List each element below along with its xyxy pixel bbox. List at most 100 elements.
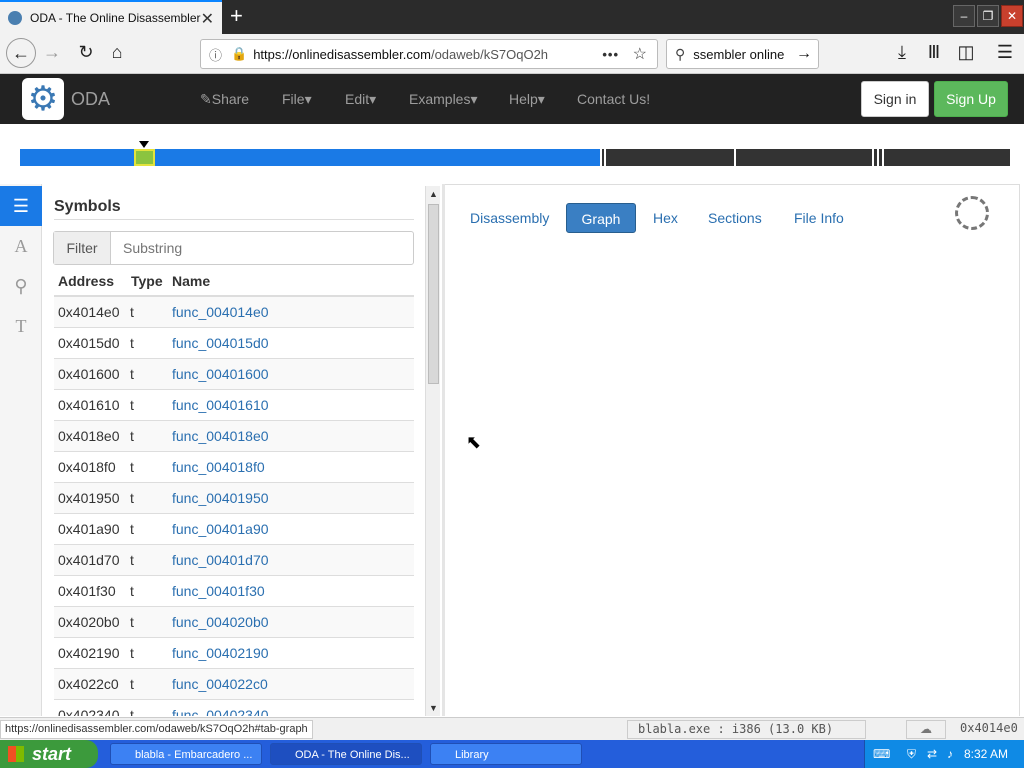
task-embarcadero[interactable]: blabla - Embarcadero ... [110,743,262,765]
cloud-download-icon[interactable]: ☁ [906,720,946,739]
task-library[interactable]: Library [430,743,582,765]
position-marker-icon [139,141,149,148]
column-address[interactable]: Address [58,273,114,289]
forward-arrow-icon[interactable]: → [40,42,64,63]
menu-examples[interactable]: Examples▾ [409,91,478,108]
keyboard-icon[interactable]: ⌨ [873,740,890,768]
menu-file[interactable]: File▾ [282,91,312,108]
info-icon[interactable]: ⓘ [209,45,227,64]
status-file-info: blabla.exe : i386 (13.0 KB) [627,720,866,739]
new-tab-icon[interactable]: + [230,4,243,28]
table-row[interactable]: 0x401610 t func_00401610 [54,390,414,421]
minimize-icon[interactable]: – [953,5,975,27]
tab-hex[interactable]: Hex [653,203,678,233]
table-row[interactable]: 0x4020b0 t func_004020b0 [54,607,414,638]
list-icon[interactable]: ☰ [0,186,42,226]
brand-name[interactable]: ODA [71,89,110,110]
search-go-arrow-icon[interactable]: → [796,45,812,63]
restore-icon[interactable]: ❐ [977,5,999,27]
sidebar-icon[interactable]: ◫ [954,42,978,63]
left-icon-bar: ☰ A ⚲ T [0,184,42,716]
close-tab-icon[interactable]: ✕ [201,9,214,29]
task-firefox[interactable]: ODA - The Online Dis... [270,743,422,765]
sign-up-button[interactable]: Sign Up [934,81,1008,117]
strings-icon[interactable]: A [0,226,42,266]
address-bar[interactable]: ⓘ 🔒 https://onlinedisassembler.com/odawe… [200,39,658,69]
library-icon[interactable]: Ⅲ [922,42,946,63]
menu-contact[interactable]: Contact Us! [577,91,650,107]
download-icon[interactable]: ⤓ [890,42,914,63]
menu-share[interactable]: ✎Share [200,91,249,108]
symbol-name-link[interactable]: func_00401d70 [172,552,269,568]
symbol-name-link[interactable]: func_004015d0 [172,335,269,351]
strip-divider [882,149,884,166]
sign-in-button[interactable]: Sign in [861,81,929,117]
scroll-thumb[interactable] [428,204,439,384]
close-window-icon[interactable]: ✕ [1001,5,1023,27]
search-bar[interactable]: ⚲ ssembler online → [666,39,819,69]
symbol-name-link[interactable]: func_00401f30 [172,583,265,599]
text-icon[interactable]: T [0,306,42,346]
oda-logo[interactable]: ⚙ [22,78,64,120]
network-icon[interactable]: ⇄ [927,740,937,768]
current-view-window[interactable] [134,149,155,166]
table-row[interactable]: 0x402340 t func_00402340 [54,700,414,716]
tab-graph[interactable]: Graph [566,203,636,233]
hamburger-menu-icon[interactable]: ☰ [993,42,1017,63]
filter-group: Filter [53,231,414,265]
symbol-name-link[interactable]: func_00401600 [172,366,269,382]
back-arrow-icon[interactable]: ← [6,38,36,68]
symbol-address: 0x401d70 [58,552,120,568]
column-name[interactable]: Name [172,273,210,289]
page-actions-icon[interactable]: ••• [602,47,619,62]
symbol-name-link[interactable]: func_00401610 [172,397,269,413]
bookmark-star-icon[interactable]: ☆ [633,44,647,64]
tab-sections[interactable]: Sections [708,203,762,233]
menu-help[interactable]: Help▾ [509,91,545,108]
table-row[interactable]: 0x402190 t func_00402190 [54,638,414,669]
symbol-address: 0x401600 [58,366,120,382]
symbol-name-link[interactable]: func_004020b0 [172,614,269,630]
browser-navbar: ← → ↻ ⌂ ⓘ 🔒 https://onlinedisassembler.c… [0,34,1024,74]
table-row[interactable]: 0x401f30 t func_00401f30 [54,576,414,607]
tab-disassembly[interactable]: Disassembly [470,203,549,233]
table-row[interactable]: 0x401a90 t func_00401a90 [54,514,414,545]
symbol-type: t [130,397,134,413]
table-row[interactable]: 0x4022c0 t func_004022c0 [54,669,414,700]
home-icon[interactable]: ⌂ [105,42,129,63]
symbol-name-link[interactable]: func_00402190 [172,645,269,661]
symbol-address: 0x4020b0 [58,614,120,630]
table-row[interactable]: 0x4015d0 t func_004015d0 [54,328,414,359]
status-address: 0x4014e0 [960,721,1018,735]
symbol-name-link[interactable]: func_004018f0 [172,459,265,475]
symbol-name-link[interactable]: func_00401a90 [172,521,269,537]
strip-divider [600,149,602,166]
tab-file-info[interactable]: File Info [794,203,844,233]
column-type[interactable]: Type [131,273,163,289]
menu-edit[interactable]: Edit▾ [345,91,376,108]
table-row[interactable]: 0x401600 t func_00401600 [54,359,414,390]
reload-icon[interactable]: ↻ [74,42,98,63]
binary-overview-strip[interactable] [20,149,1010,166]
symbol-name-link[interactable]: func_00401950 [172,490,269,506]
shield-icon[interactable]: ⛨ [907,740,916,768]
scroll-up-arrow-icon[interactable]: ▲ [426,186,441,202]
symbols-scrollbar[interactable]: ▲ ▼ [425,186,440,716]
table-row[interactable]: 0x401d70 t func_00401d70 [54,545,414,576]
volume-icon[interactable]: ♪ [947,740,953,768]
table-row[interactable]: 0x4018e0 t func_004018e0 [54,421,414,452]
table-row[interactable]: 0x4018f0 t func_004018f0 [54,452,414,483]
table-row[interactable]: 0x401950 t func_00401950 [54,483,414,514]
oda-favicon-icon [8,11,22,25]
symbol-name-link[interactable]: func_004014e0 [172,304,269,320]
filter-input[interactable] [111,232,413,264]
table-row[interactable]: 0x4014e0 t func_004014e0 [54,297,414,328]
symbol-name-link[interactable]: func_004022c0 [172,676,268,692]
scroll-down-arrow-icon[interactable]: ▼ [426,700,441,716]
start-button[interactable]: start [0,740,98,768]
browser-tab[interactable]: ODA - The Online Disassembler ✕ [0,0,222,34]
lock-icon: 🔒 [231,46,248,61]
search-icon[interactable]: ⚲ [0,266,42,306]
symbol-name-link[interactable]: func_004018e0 [172,428,269,444]
symbol-name-link[interactable]: func_00402340 [172,707,269,716]
